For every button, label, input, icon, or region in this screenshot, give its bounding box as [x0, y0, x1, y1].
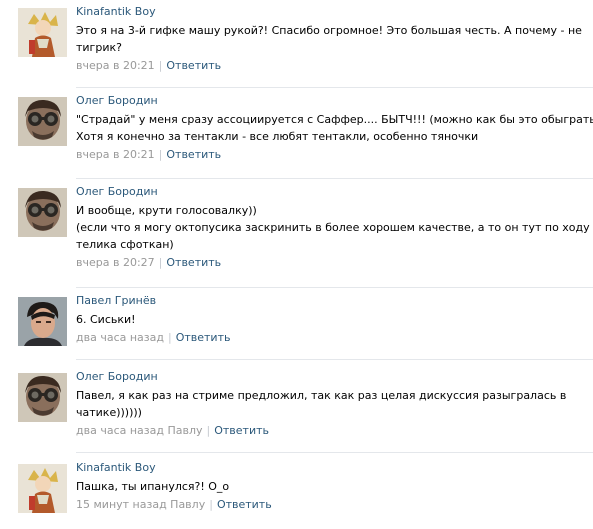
comment-timestamp[interactable]: два часа назад [76, 331, 164, 344]
comment-meta: вчера в 20:27 | Ответить [76, 256, 221, 270]
comment-text: Пашка, ты ипанулся?! О_о [76, 478, 566, 495]
avatar[interactable] [18, 8, 67, 57]
comment-timestamp[interactable]: вчера в 20:27 [76, 256, 155, 269]
comment-text-line: Пашка, ты ипанулся?! О_о [76, 480, 230, 493]
comment-text-line: Это я на 3-й гифке машу рукой?! Спасибо … [76, 24, 582, 37]
comment-text: "Страдай" у меня сразу ассоциируется с С… [76, 111, 593, 145]
comment-meta: два часа назад | Ответить [76, 331, 230, 345]
avatar[interactable] [18, 464, 67, 513]
reply-link[interactable]: Ответить [217, 498, 272, 511]
comment-text: Это я на 3-й гифке машу рукой?! Спасибо … [76, 22, 582, 56]
avatar[interactable] [18, 373, 67, 422]
comments-list: Kinafantik Boy Это я на 3-й гифке машу ру… [0, 0, 593, 529]
comment-divider [76, 287, 593, 288]
comment-meta: вчера в 20:21 | Ответить [76, 59, 221, 73]
comment-divider [76, 452, 593, 453]
reply-link[interactable]: Ответить [166, 148, 221, 161]
meta-separator: | [167, 331, 172, 344]
comment-timestamp[interactable]: вчера в 20:21 [76, 148, 155, 161]
meta-separator: | [158, 59, 163, 72]
comment-author-link[interactable]: Kinafantik Boy [76, 5, 156, 19]
comment-author-link[interactable]: Павел Гринёв [76, 294, 156, 308]
comment-text: И вообще, крути голосовалку)) (если что я… [76, 202, 593, 253]
comment-text-line: тигрик? [76, 41, 122, 54]
comment-text-line: Павел, я как раз на стриме предложил, та… [76, 389, 567, 402]
meta-separator: | [206, 424, 211, 437]
comment-text-line: "Страдай" у меня сразу ассоциируется с С… [76, 113, 593, 126]
meta-separator: | [158, 256, 163, 269]
comment-timestamp[interactable]: два часа назад Павлу [76, 424, 203, 437]
comment-meta: вчера в 20:21 | Ответить [76, 148, 221, 162]
comment-author-link[interactable]: Kinafantik Boy [76, 461, 156, 475]
comment-meta: 15 минут назад Павлу | Ответить [76, 498, 272, 512]
reply-link[interactable]: Ответить [214, 424, 269, 437]
reply-link[interactable]: Ответить [166, 59, 221, 72]
meta-separator: | [209, 498, 213, 511]
meta-separator: | [158, 148, 163, 161]
comment-text-line: чатике)))))) [76, 406, 142, 419]
comment-meta: два часа назад Павлу | Ответить [76, 424, 269, 438]
comment-author-link[interactable]: Олег Бородин [76, 94, 158, 108]
avatar[interactable] [18, 297, 67, 346]
comment-timestamp[interactable]: вчера в 20:21 [76, 59, 155, 72]
comment-author-link[interactable]: Олег Бородин [76, 370, 158, 384]
comment-text-line: (если что я могу октопусика заскринить в… [76, 221, 593, 234]
reply-link[interactable]: Ответить [176, 331, 231, 344]
comment-divider [76, 359, 593, 360]
comment-text-line: Хотя я конечно за тентакли - все любят т… [76, 130, 479, 143]
comment-divider [76, 178, 593, 179]
comment-text-line: 6. Сиськи! [76, 313, 136, 326]
reply-link[interactable]: Ответить [166, 256, 221, 269]
comment-text: Павел, я как раз на стриме предложил, та… [76, 387, 566, 421]
comment-author-link[interactable]: Олег Бородин [76, 185, 158, 199]
avatar[interactable] [18, 97, 67, 146]
comment-text-line: И вообще, крути голосовалку)) [76, 204, 257, 217]
comment-text: 6. Сиськи! [76, 311, 566, 328]
comment-divider [76, 87, 593, 88]
avatar[interactable] [18, 188, 67, 237]
comment-timestamp[interactable]: 15 минут назад Павлу [76, 498, 205, 511]
comment-text-line: телика сфоткан) [76, 238, 174, 251]
